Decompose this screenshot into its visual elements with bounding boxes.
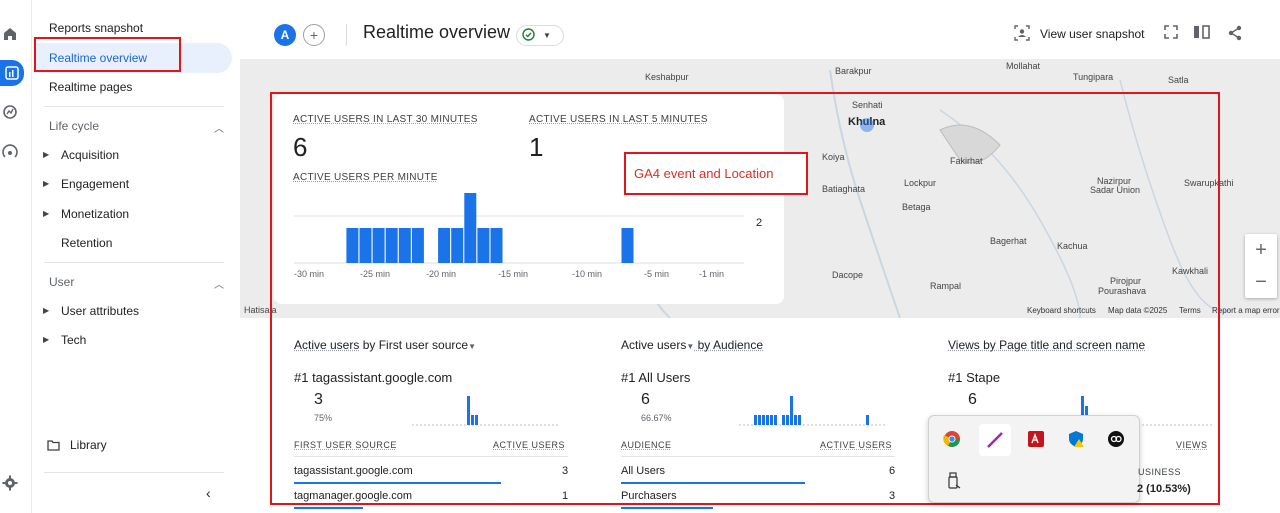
left-rail <box>0 0 32 513</box>
user-snapshot-icon[interactable] <box>1014 25 1030 44</box>
pen-app-icon[interactable] <box>979 424 1011 456</box>
taskbar-overflow-popup <box>928 415 1140 503</box>
status-dropdown[interactable]: ▼ <box>516 25 564 46</box>
expand-arrow-icon[interactable]: ▶ <box>43 335 49 344</box>
business-value: 2 (10.53%) <box>1137 483 1191 495</box>
settings-gear-icon[interactable] <box>0 473 20 493</box>
fullscreen-icon[interactable] <box>1164 25 1178 42</box>
ga4-realtime-screen: Reports snapshot Realtime overview Realt… <box>0 0 1280 513</box>
nav-retention[interactable]: Retention <box>61 236 112 250</box>
chevron-up-icon[interactable]: ︿ <box>214 120 224 135</box>
adobe-icon[interactable] <box>1025 428 1047 450</box>
map-label: Keshabpur <box>645 72 689 82</box>
map-zoom-control[interactable]: + − <box>1245 234 1277 298</box>
reports-icon[interactable] <box>0 60 24 86</box>
expand-arrow-icon[interactable]: ▶ <box>43 150 49 159</box>
map-label: Tungipara <box>1073 72 1114 82</box>
map-label: Satla <box>1168 75 1189 85</box>
map-label: Mollahat <box>1006 61 1041 71</box>
collapse-chevron-icon[interactable]: ‹ <box>206 485 211 501</box>
advertising-icon[interactable] <box>0 142 20 162</box>
divider <box>44 106 224 107</box>
nav-tech[interactable]: Tech <box>61 333 86 347</box>
expand-arrow-icon[interactable]: ▶ <box>43 179 49 188</box>
add-comparison-button[interactable]: + <box>303 24 325 46</box>
expand-arrow-icon[interactable]: ▶ <box>43 209 49 218</box>
check-circle-icon <box>522 27 535 44</box>
business-label: USINESS <box>1138 467 1182 477</box>
usb-drive-icon[interactable] <box>943 470 965 492</box>
view-user-snapshot-button[interactable]: View user snapshot <box>1040 27 1145 41</box>
divider <box>44 472 224 473</box>
folder-icon[interactable] <box>47 438 60 456</box>
reports-nav: Reports snapshot Realtime overview Realt… <box>32 0 240 513</box>
nav-realtime-pages[interactable]: Realtime pages <box>49 80 132 94</box>
chrome-icon[interactable] <box>941 428 963 450</box>
home-icon[interactable] <box>0 24 20 44</box>
nav-monetization[interactable]: Monetization <box>61 207 129 221</box>
zoom-out-button[interactable]: − <box>1245 266 1277 298</box>
share-icon[interactable] <box>1227 25 1243 44</box>
chevron-up-icon[interactable]: ︿ <box>214 276 224 291</box>
map-label: Barakpur <box>835 66 872 76</box>
expand-arrow-icon[interactable]: ▶ <box>43 306 49 315</box>
nav-section-user[interactable]: User <box>49 275 74 289</box>
divider <box>346 24 347 46</box>
caret-down-icon: ▼ <box>543 31 551 40</box>
explore-icon[interactable] <box>0 102 20 122</box>
row-bar <box>294 507 363 509</box>
map-report-link[interactable]: Report a map error <box>1212 306 1280 315</box>
page-header: A + Realtime overview ▼ View user snapsh… <box>240 0 1280 60</box>
nav-user-attributes[interactable]: User attributes <box>61 304 139 318</box>
app-logo-icon[interactable] <box>1105 428 1127 450</box>
nav-section-lifecycle[interactable]: Life cycle <box>49 119 99 133</box>
row-bar <box>621 507 713 509</box>
nav-library[interactable]: Library <box>70 438 107 452</box>
defender-shield-icon[interactable] <box>1065 428 1087 450</box>
nav-engagement[interactable]: Engagement <box>61 177 129 191</box>
property-avatar[interactable]: A <box>274 24 296 46</box>
highlight-box-nav <box>34 37 181 72</box>
page-title: Realtime overview <box>363 22 511 42</box>
nav-acquisition[interactable]: Acquisition <box>61 148 119 162</box>
zoom-in-button[interactable]: + <box>1245 234 1277 266</box>
compare-columns-icon[interactable] <box>1193 25 1211 42</box>
nav-reports-snapshot[interactable]: Reports snapshot <box>49 21 143 35</box>
divider <box>44 262 224 263</box>
